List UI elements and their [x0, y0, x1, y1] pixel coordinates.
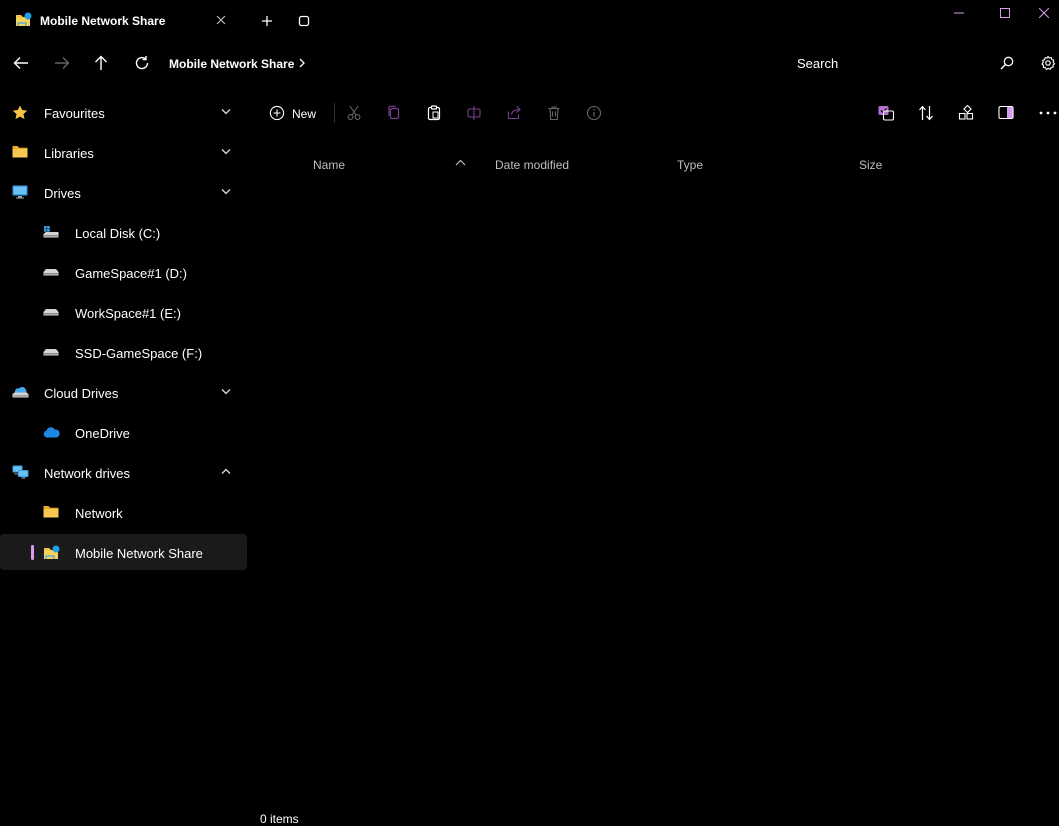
- search-input[interactable]: Search: [797, 56, 838, 71]
- drive-icon: [43, 265, 59, 277]
- sidebar-item-label: Favourites: [44, 106, 105, 121]
- windows-drive-icon: [43, 225, 59, 239]
- up-arrow-icon[interactable]: [88, 51, 114, 75]
- gear-icon[interactable]: [1036, 51, 1059, 75]
- sidebar-item-label: Drives: [44, 186, 81, 201]
- sidebar-item-label: Network: [75, 506, 123, 521]
- star-icon: [12, 105, 28, 120]
- chevron-down-icon[interactable]: [221, 188, 231, 195]
- sidebar-item-mobile-network-share[interactable]: Mobile Network Share: [0, 534, 247, 570]
- close-tab-icon[interactable]: [211, 10, 231, 30]
- column-header-size[interactable]: Size: [859, 158, 882, 172]
- drive-icon: [43, 305, 59, 317]
- sidebar-item-network-drives[interactable]: Network drives: [0, 454, 247, 490]
- delete-icon[interactable]: [542, 101, 566, 125]
- sidebar-item-label: SSD-GameSpace (F:): [75, 346, 203, 361]
- chevron-right-icon[interactable]: [298, 57, 306, 69]
- folder-icon: [12, 145, 28, 158]
- sidebar-item-label: Local Disk (C:): [75, 226, 161, 241]
- sidebar-item-label: Cloud Drives: [44, 386, 119, 401]
- preview-pane-icon[interactable]: [994, 101, 1018, 125]
- close-window-icon[interactable]: [1028, 0, 1059, 26]
- back-arrow-icon[interactable]: [8, 51, 34, 75]
- column-header-date-modified[interactable]: Date modified: [495, 158, 569, 172]
- column-header-name[interactable]: Name: [313, 158, 345, 172]
- sidebar-item-local-disk-c[interactable]: Local Disk (C:): [0, 214, 247, 250]
- sidebar-item-label: WorkSpace#1 (E:): [75, 306, 181, 321]
- paste-icon[interactable]: [422, 101, 446, 125]
- chevron-down-icon[interactable]: [221, 148, 231, 155]
- network-share-icon: [15, 12, 33, 28]
- refresh-icon[interactable]: [129, 51, 155, 75]
- layout-icon[interactable]: [954, 101, 978, 125]
- sidebar-item-gamespace-d[interactable]: GameSpace#1 (D:): [0, 254, 247, 290]
- share-icon[interactable]: [502, 101, 526, 125]
- cloud-drive-icon: [12, 385, 29, 398]
- rename-icon[interactable]: [462, 101, 486, 125]
- sidebar-item-ssd-gamespace-f[interactable]: SSD-GameSpace (F:): [0, 334, 247, 370]
- drive-icon: [43, 345, 59, 357]
- sidebar-item-onedrive[interactable]: OneDrive: [0, 414, 247, 450]
- tab-title: Mobile Network Share: [40, 14, 166, 28]
- sidebar-item-network[interactable]: Network: [0, 494, 247, 530]
- breadcrumb-current[interactable]: Mobile Network Share: [169, 57, 294, 71]
- new-tab-icon[interactable]: [256, 10, 278, 32]
- new-button-label: New: [292, 107, 317, 121]
- chevron-up-icon[interactable]: [221, 468, 231, 475]
- toolbar-divider: [334, 103, 335, 123]
- cut-icon[interactable]: [342, 101, 366, 125]
- chevron-down-icon[interactable]: [221, 108, 231, 115]
- forward-arrow-icon[interactable]: [49, 51, 75, 75]
- sidebar-item-label: Libraries: [44, 146, 94, 161]
- sidebar-item-cloud-drives[interactable]: Cloud Drives: [0, 374, 247, 410]
- status-item-count: 0 items: [260, 812, 299, 826]
- more-options-icon[interactable]: [1036, 101, 1059, 125]
- properties-info-icon[interactable]: [582, 101, 606, 125]
- minimize-icon[interactable]: [936, 0, 982, 26]
- chevron-down-icon[interactable]: [221, 388, 231, 395]
- network-share-icon: [43, 545, 61, 561]
- sidebar-item-label: OneDrive: [75, 426, 130, 441]
- sidebar-item-label: Network drives: [44, 466, 130, 481]
- maximize-icon[interactable]: [982, 0, 1028, 26]
- active-tab[interactable]: Mobile Network Share: [0, 0, 246, 42]
- selection-indicator: [31, 545, 34, 560]
- selection-options-icon[interactable]: [874, 101, 898, 125]
- sort-icon[interactable]: [914, 101, 938, 125]
- column-header-type[interactable]: Type: [677, 158, 703, 172]
- duplicate-tab-icon[interactable]: [293, 10, 315, 32]
- folder-icon: [43, 505, 59, 518]
- onedrive-cloud-icon: [43, 427, 60, 438]
- sidebar-item-workspace-e[interactable]: WorkSpace#1 (E:): [0, 294, 247, 330]
- sort-ascending-icon[interactable]: [455, 159, 466, 166]
- sidebar-item-favourites[interactable]: Favourites: [0, 94, 247, 130]
- network-icon: [12, 465, 29, 480]
- sidebar-item-libraries[interactable]: Libraries: [0, 134, 247, 170]
- search-icon[interactable]: [995, 51, 1019, 75]
- sidebar-item-label: GameSpace#1 (D:): [75, 266, 187, 281]
- sidebar-item-drives[interactable]: Drives: [0, 174, 247, 210]
- monitor-icon: [12, 185, 28, 199]
- copy-icon[interactable]: [382, 101, 406, 125]
- sidebar-item-label: Mobile Network Share: [75, 546, 203, 561]
